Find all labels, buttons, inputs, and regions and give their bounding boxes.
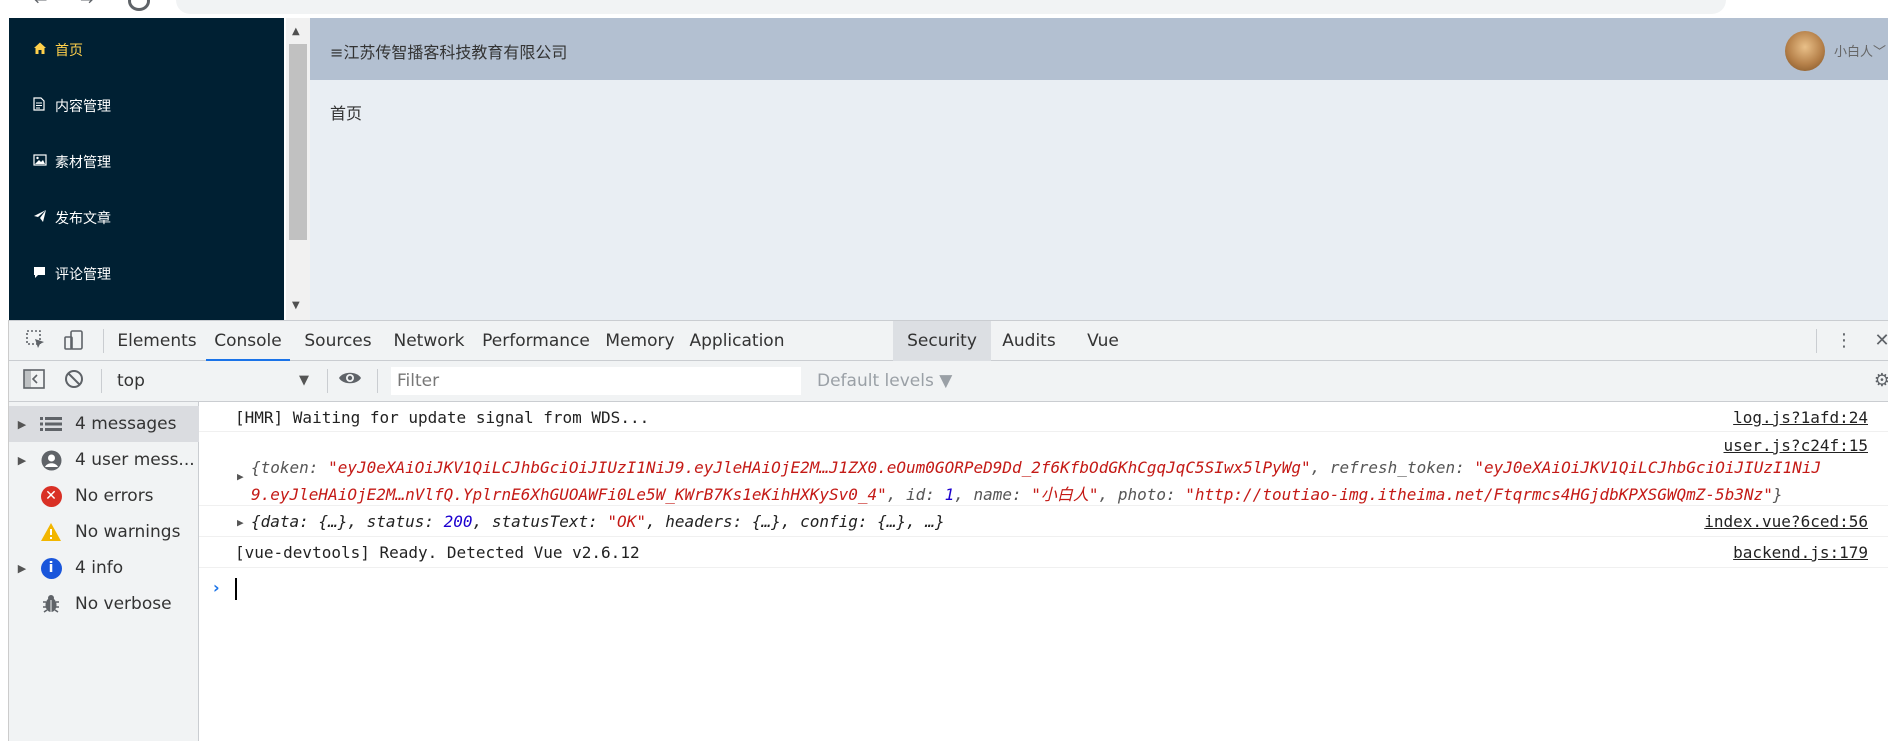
address-bar[interactable] [176, 0, 1726, 14]
sidebar-item-label: No warnings [75, 522, 181, 542]
document-icon [33, 97, 55, 115]
tab-audits[interactable]: Audits [994, 321, 1064, 361]
context-selector[interactable]: top [117, 371, 145, 391]
sidebar-item-label: 4 messages [75, 414, 177, 434]
more-options-icon[interactable]: ⋮ [1831, 329, 1857, 353]
tab-performance[interactable]: Performance [479, 321, 593, 361]
eye-icon[interactable] [337, 369, 363, 393]
sidebar-item-label: 素材管理 [55, 155, 111, 171]
sidebar-item-label: 发布文章 [55, 211, 111, 227]
warning-icon [35, 521, 67, 543]
console-prompt-icon: › [213, 578, 220, 597]
inspect-element-icon[interactable] [23, 329, 49, 353]
sidebar-item-media[interactable]: 素材管理 [9, 134, 284, 190]
source-link[interactable]: index.vue?6ced:56 [1704, 512, 1868, 531]
scroll-up-icon[interactable]: ▲ [292, 26, 300, 37]
expand-arrow-icon[interactable]: ▶ [9, 454, 35, 467]
console-message: [HMR] Waiting for update signal from WDS… [199, 402, 1888, 432]
tab-application[interactable]: Application [687, 321, 787, 361]
filter-warnings[interactable]: No warnings [9, 514, 199, 550]
image-icon [33, 154, 55, 170]
message-text: {data: {…}, status: 200, statusText: "OK… [251, 512, 945, 531]
message-text: [vue-devtools] Ready. Detected Vue v2.6.… [235, 543, 640, 562]
tab-elements[interactable]: Elements [117, 321, 197, 361]
sidebar-item-home[interactable]: 首页 [9, 22, 284, 78]
send-icon [33, 209, 55, 227]
info-icon: i [35, 557, 67, 579]
filter-errors[interactable]: ✕ No errors [9, 478, 199, 514]
source-link[interactable]: backend.js:179 [1733, 543, 1868, 562]
expand-arrow-icon[interactable]: ▶ [9, 562, 35, 575]
page-title: 首页 [330, 104, 363, 123]
sidebar-item-label: 首页 [55, 43, 83, 59]
devtools-panel: Elements Console Sources Network Perform… [0, 320, 1888, 741]
sidebar-item-comments[interactable]: 评论管理 [9, 246, 284, 302]
comment-icon [33, 266, 55, 283]
tab-vue[interactable]: Vue [1078, 321, 1128, 361]
console-sidebar: ▶ 4 messages ▶ 4 user mess... ✕ No error… [9, 402, 199, 741]
sidebar-item-content[interactable]: 内容管理 [9, 78, 284, 134]
user-menu[interactable]: 小白人﹀ [1834, 41, 1886, 60]
sidebar-item-label: No errors [75, 486, 154, 506]
sidebar-menu: 首页 内容管理 素材管理 发布文章 评论管理 [9, 18, 284, 320]
message-text: [HMR] Waiting for update signal from WDS… [235, 408, 650, 427]
filter-info[interactable]: ▶ i 4 info [9, 550, 199, 586]
console-toolbar: top ▼ Default levels ▼ ⚙ [9, 361, 1888, 402]
message-object-line: {token: "eyJ0eXAiOiJKV1QiLCJhbGciOiJIUzI… [251, 458, 1822, 477]
console-message[interactable]: user.js?c24f:15 ▶ {token: "eyJ0eXAiOiJKV… [199, 432, 1888, 506]
sidebar-item-publish[interactable]: 发布文章 [9, 190, 284, 246]
filter-verbose[interactable]: No verbose [9, 586, 199, 622]
sidebar-item-label: 评论管理 [55, 267, 111, 283]
log-levels-dropdown[interactable]: Default levels ▼ [817, 371, 952, 391]
sidebar-item-label: 4 info [75, 558, 124, 578]
settings-icon[interactable]: ⚙ [1869, 369, 1888, 393]
home-icon [33, 41, 55, 59]
close-icon[interactable]: ✕ [1869, 329, 1888, 353]
console-message: [vue-devtools] Ready. Detected Vue v2.6.… [199, 537, 1888, 568]
filter-user-messages[interactable]: ▶ 4 user mess... [9, 442, 199, 478]
device-toolbar-icon[interactable] [61, 329, 87, 353]
source-link[interactable]: log.js?1afd:24 [1733, 408, 1868, 427]
app-window: 首页 内容管理 素材管理 发布文章 评论管理 ▲ ▼ ≡江苏传智播客科技教育有限… [0, 18, 1888, 320]
chevron-down-icon: ﹀ [1873, 45, 1887, 60]
tab-sources[interactable]: Sources [298, 321, 378, 361]
console-input-caret[interactable] [235, 578, 237, 600]
console-output: [HMR] Waiting for update signal from WDS… [199, 402, 1888, 741]
scrollbar-thumb[interactable] [289, 44, 307, 240]
tab-memory[interactable]: Memory [600, 321, 680, 361]
sidebar-item-label: 4 user mess... [75, 450, 195, 470]
sidebar-item-label: No verbose [75, 594, 172, 614]
expand-arrow-icon[interactable]: ▶ [237, 470, 244, 483]
filter-input[interactable] [391, 367, 801, 395]
message-object-line: 9.eyJleHAiOjE2M…nVlfQ.YplrnE6XhGUOAWFi0L… [251, 485, 1783, 504]
company-name: ≡江苏传智播客科技教育有限公司 [330, 43, 568, 62]
tab-network[interactable]: Network [387, 321, 471, 361]
clear-console-icon[interactable] [61, 369, 87, 393]
sidebar-toggle-icon[interactable] [21, 369, 47, 393]
avatar[interactable] [1785, 31, 1825, 71]
filter-all-messages[interactable]: ▶ 4 messages [9, 406, 199, 442]
tab-console[interactable]: Console [206, 321, 290, 361]
error-icon: ✕ [35, 485, 67, 507]
scroll-down-icon[interactable]: ▼ [292, 300, 300, 311]
expand-arrow-icon[interactable]: ▶ [9, 418, 35, 431]
sidebar-item-label: 内容管理 [55, 99, 111, 115]
sidebar-scrollbar[interactable]: ▲ ▼ [286, 18, 310, 320]
user-icon [35, 449, 67, 471]
main-content: ≡江苏传智播客科技教育有限公司 小白人﹀ 首页 [310, 18, 1888, 320]
source-link[interactable]: user.js?c24f:15 [1724, 436, 1869, 455]
list-icon [35, 413, 67, 435]
reload-icon[interactable] [128, 0, 150, 11]
dropdown-arrow-icon[interactable]: ▼ [299, 373, 309, 388]
tab-security[interactable]: Security [893, 321, 991, 361]
devtools-tabbar: Elements Console Sources Network Perform… [9, 320, 1888, 361]
console-message[interactable]: ▶ {data: {…}, status: 200, statusText: "… [199, 506, 1888, 537]
forward-icon[interactable]: → [80, 0, 93, 9]
bug-icon [35, 593, 67, 615]
browser-toolbar: ← → [0, 0, 1888, 18]
app-header: ≡江苏传智播客科技教育有限公司 小白人﹀ [310, 18, 1888, 80]
back-icon[interactable]: ← [34, 0, 47, 9]
user-name: 小白人 [1834, 45, 1874, 60]
expand-arrow-icon[interactable]: ▶ [237, 516, 244, 529]
